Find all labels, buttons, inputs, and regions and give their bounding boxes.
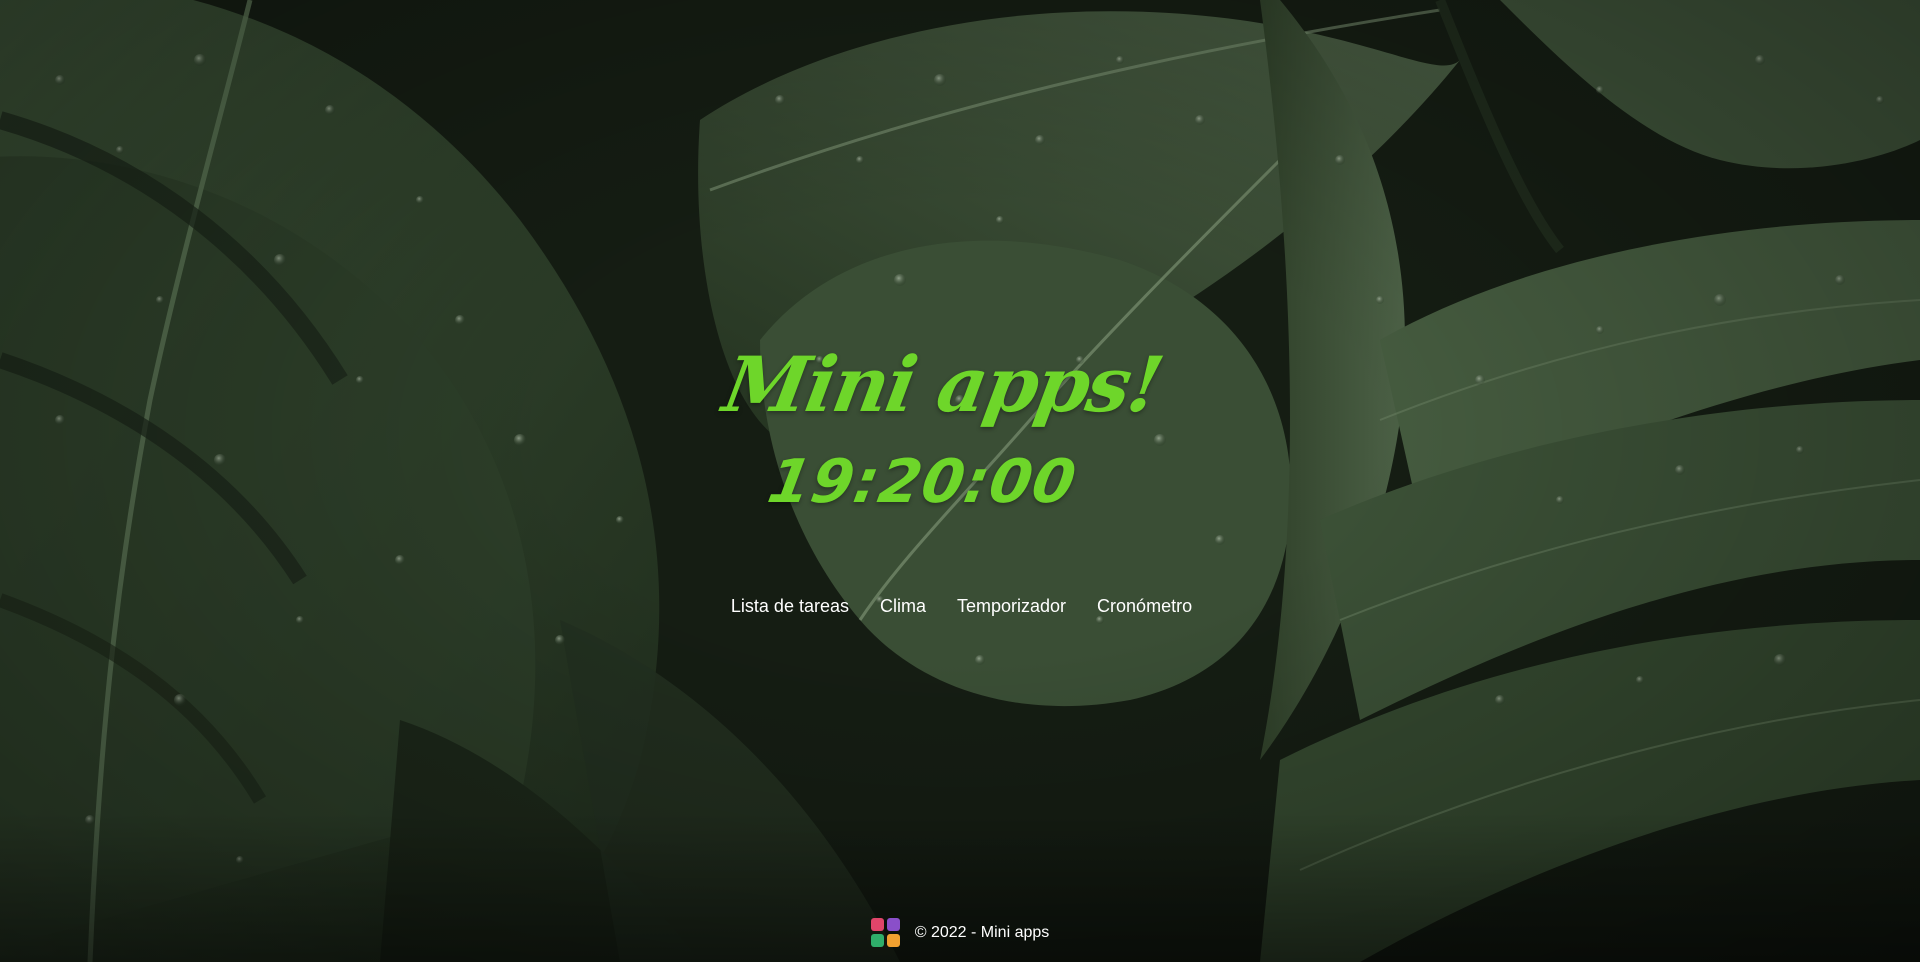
nav-link-lista-de-tareas[interactable]: Lista de tareas: [731, 596, 849, 617]
page: Mini apps! 19:20:00 Lista de tareas Clim…: [0, 0, 1920, 962]
main-nav: Lista de tareas Clima Temporizador Cronó…: [0, 596, 1920, 617]
digital-clock: 19:20:00: [763, 447, 1082, 517]
hero-section: Mini apps! 19:20:00: [0, 340, 1920, 517]
footer: © 2022 - Mini apps: [0, 918, 1920, 948]
footer-copyright: © 2022 - Mini apps: [914, 924, 1050, 941]
logo-square-2: [886, 918, 900, 931]
nav-link-clima[interactable]: Clima: [880, 596, 926, 617]
logo-square-3: [870, 934, 884, 947]
logo-square-1: [870, 918, 884, 931]
nav-link-cronometro[interactable]: Cronómetro: [1097, 596, 1192, 617]
clock-container: 19:20:00: [0, 447, 1920, 517]
app-grid-icon: [870, 918, 901, 948]
logo-square-4: [886, 934, 900, 947]
page-title: Mini apps!: [717, 340, 1168, 429]
nav-link-temporizador[interactable]: Temporizador: [957, 596, 1066, 617]
